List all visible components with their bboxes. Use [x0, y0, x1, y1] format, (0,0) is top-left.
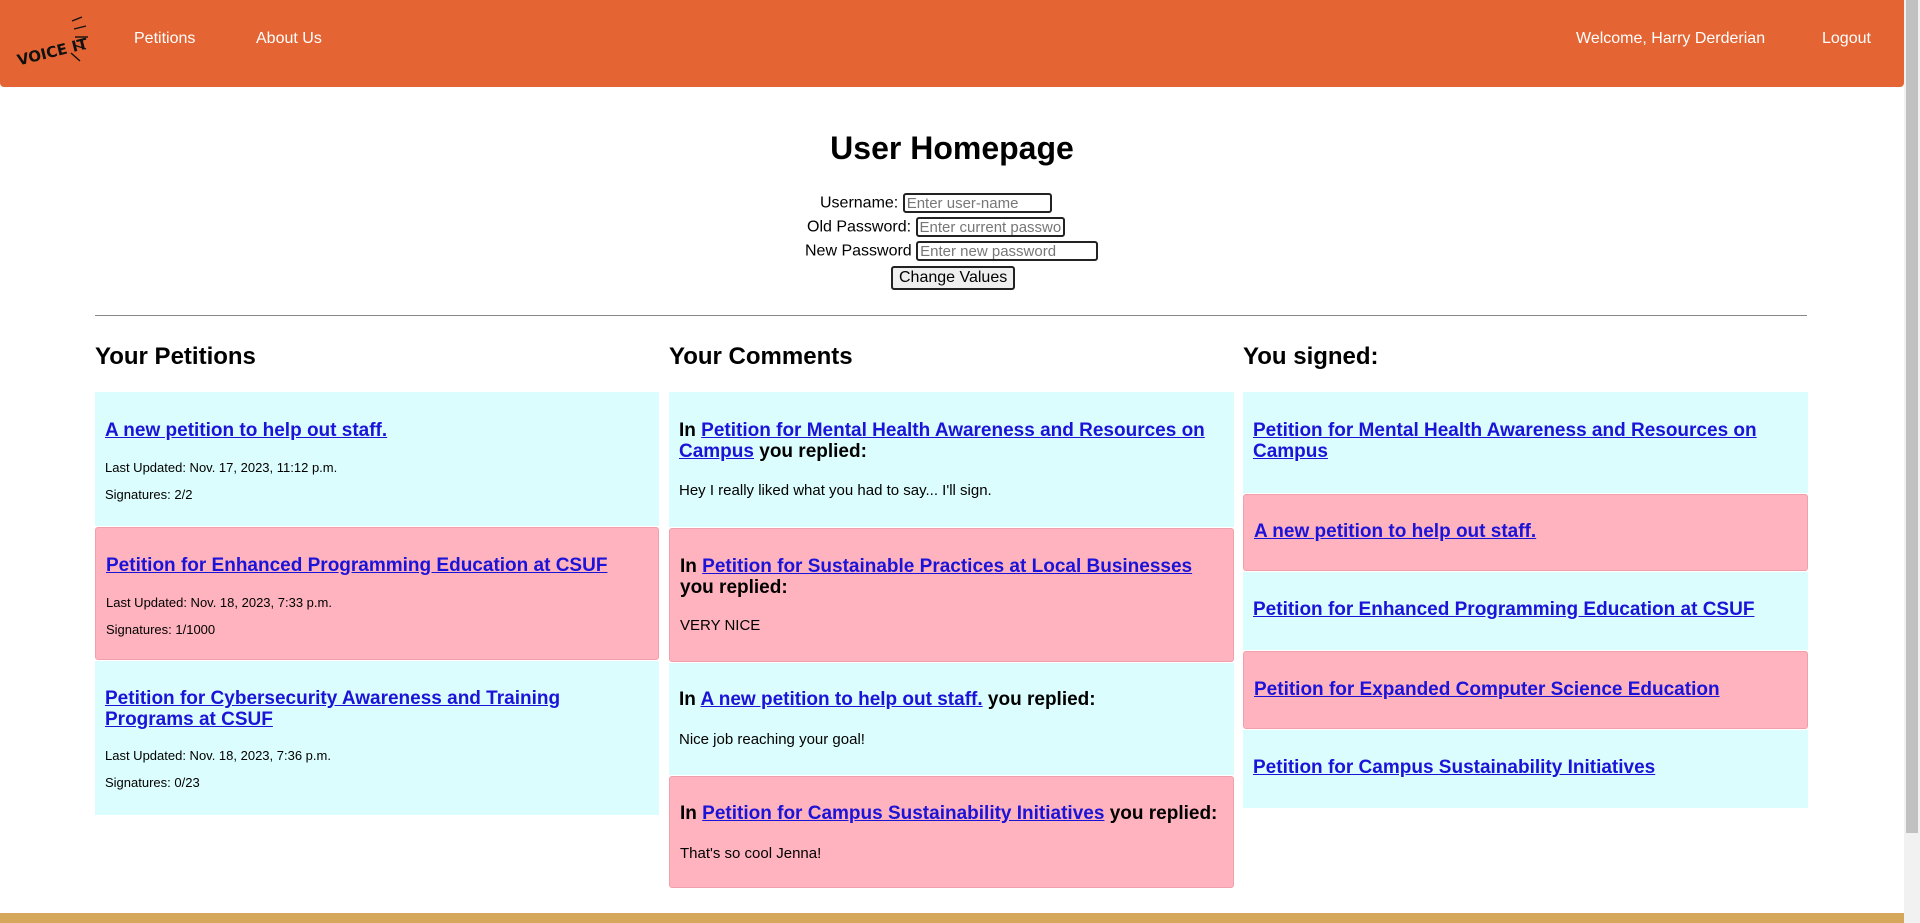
petition-signatures: Signatures: 2/2	[105, 487, 193, 502]
signed-card: A new petition to help out staff.	[1243, 494, 1808, 571]
petition-signatures: Signatures: 1/1000	[106, 622, 216, 637]
new-password-label: New Password	[805, 242, 912, 260]
comment-prefix: In	[679, 420, 696, 441]
comment-heading: In Petition for Campus Sustainability In…	[680, 803, 1223, 824]
comment-prefix: In	[680, 556, 697, 577]
logout-link[interactable]: Logout	[1822, 30, 1871, 48]
comment-prefix: In	[679, 689, 696, 710]
page-title: User Homepage	[830, 130, 1074, 166]
comment-petition-link[interactable]: Petition for Campus Sustainability Initi…	[702, 803, 1104, 824]
change-values-button[interactable]: Change Values	[891, 266, 1016, 290]
section-divider	[95, 315, 1807, 316]
signed-petition-link[interactable]: Petition for Mental Health Awareness and…	[1253, 420, 1783, 462]
top-navbar: VOICE IT! Petitions About Us Welcome, Ha…	[0, 0, 1904, 87]
comment-heading: In Petition for Sustainable Practices at…	[680, 556, 1223, 598]
new-password-row: New Password	[805, 241, 1099, 261]
petition-card: A new petition to help out staff. Last U…	[95, 392, 659, 526]
username-label: Username:	[820, 194, 899, 212]
old-password-row: Old Password:	[807, 217, 1065, 237]
voice-it-logo[interactable]: VOICE IT!	[14, 15, 96, 69]
comment-petition-link[interactable]: Petition for Sustainable Practices at Lo…	[702, 556, 1192, 577]
signed-petition-link[interactable]: A new petition to help out staff.	[1254, 521, 1536, 542]
signed-petition-link[interactable]: Petition for Campus Sustainability Initi…	[1253, 757, 1655, 778]
old-password-input[interactable]	[915, 217, 1065, 237]
petition-card: Petition for Enhanced Programming Educat…	[95, 527, 659, 660]
nav-link-about-us[interactable]: About Us	[256, 30, 322, 48]
petition-updated: Last Updated: Nov. 17, 2023, 11:12 p.m.	[105, 460, 338, 475]
comment-text: Nice job reaching your goal!	[679, 731, 865, 748]
petition-title-link[interactable]: A new petition to help out staff.	[105, 420, 387, 441]
signed-card: Petition for Expanded Computer Science E…	[1243, 651, 1808, 729]
scrollbar-thumb[interactable]	[1906, 0, 1918, 833]
comment-card: In Petition for Sustainable Practices at…	[669, 528, 1234, 662]
old-password-label: Old Password:	[807, 218, 912, 236]
comment-card: In Petition for Campus Sustainability In…	[669, 776, 1234, 888]
username-row: Username:	[820, 193, 1052, 213]
welcome-text: Welcome, Harry Derderian	[1576, 30, 1766, 47]
new-password-input[interactable]	[916, 241, 1099, 261]
signed-card: Petition for Campus Sustainability Initi…	[1243, 730, 1808, 808]
petition-updated: Last Updated: Nov. 18, 2023, 7:36 p.m.	[105, 748, 331, 763]
username-input[interactable]	[902, 193, 1052, 213]
comment-petition-link[interactable]: A new petition to help out staff.	[700, 689, 982, 710]
signed-card: Petition for Enhanced Programming Educat…	[1243, 572, 1808, 650]
comment-suffix: you replied:	[759, 441, 867, 462]
your-petitions-heading: Your Petitions	[95, 343, 256, 370]
page-scrollbar[interactable]	[1904, 0, 1920, 923]
petition-card: Petition for Cybersecurity Awareness and…	[95, 661, 659, 815]
signed-petition-link[interactable]: Petition for Enhanced Programming Educat…	[1253, 599, 1754, 620]
comment-card: In Petition for Mental Health Awareness …	[669, 392, 1234, 527]
comment-heading: In Petition for Mental Health Awareness …	[679, 420, 1224, 462]
petition-title-link[interactable]: Petition for Enhanced Programming Educat…	[106, 555, 607, 576]
comment-prefix: In	[680, 803, 697, 824]
logo-text: VOICE IT!	[15, 33, 88, 67]
comment-suffix: you replied:	[1109, 803, 1218, 824]
comment-petition-link[interactable]: Petition for Mental Health Awareness and…	[679, 420, 1205, 462]
signed-card: Petition for Mental Health Awareness and…	[1243, 392, 1808, 493]
comment-card: In A new petition to help out staff. you…	[669, 663, 1234, 775]
comment-text: Hey I really liked what you had to say..…	[679, 482, 992, 499]
petition-signatures: Signatures: 0/23	[105, 775, 200, 790]
comment-text: That's so cool Jenna!	[680, 845, 822, 862]
comment-suffix: you replied:	[987, 689, 1096, 710]
you-signed-heading: You signed:	[1243, 343, 1379, 370]
comment-text: VERY NICE	[680, 617, 761, 634]
nav-link-petitions[interactable]: Petitions	[134, 30, 195, 48]
comment-heading: In A new petition to help out staff. you…	[679, 689, 1224, 710]
signed-petition-link[interactable]: Petition for Expanded Computer Science E…	[1254, 679, 1720, 700]
your-comments-heading: Your Comments	[669, 343, 853, 370]
comment-suffix: you replied:	[680, 577, 788, 598]
petition-updated: Last Updated: Nov. 18, 2023, 7:33 p.m.	[106, 595, 332, 610]
footer-strip	[0, 913, 1904, 923]
petition-title-link[interactable]: Petition for Cybersecurity Awareness and…	[105, 688, 635, 730]
